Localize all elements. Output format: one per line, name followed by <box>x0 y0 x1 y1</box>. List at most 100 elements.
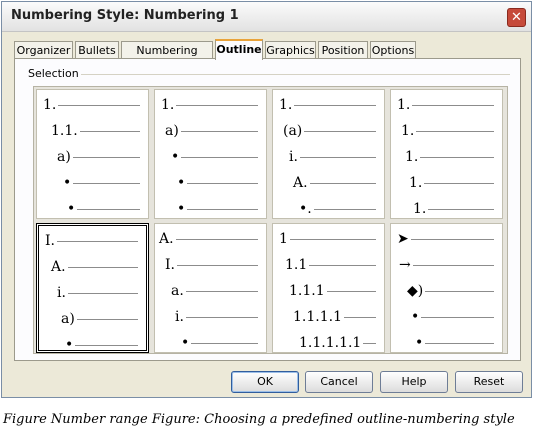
level-label: 1 <box>279 231 288 247</box>
level-line <box>73 157 140 158</box>
level-label: 1. <box>43 97 57 113</box>
preset-level: • <box>155 174 266 198</box>
level-label: • <box>65 337 74 353</box>
preset-level: 1.1.1 <box>273 282 384 306</box>
level-label: 1. <box>397 97 411 113</box>
preset-level: 1.1 <box>273 256 384 280</box>
tab-bullets[interactable]: Bullets <box>75 41 119 59</box>
tab-position[interactable]: Position <box>318 41 368 59</box>
preset-level: ◆) <box>391 282 502 306</box>
level-label: • <box>177 175 186 191</box>
level-line <box>73 183 140 184</box>
level-line <box>176 239 258 240</box>
preset-level: • <box>155 334 266 358</box>
preset-level: A. <box>39 258 146 282</box>
level-label: (a) <box>283 123 303 139</box>
preset-level: 1.1.1.1.1 <box>273 334 384 358</box>
preset-level: • <box>37 200 148 224</box>
level-label: i. <box>289 149 298 165</box>
selection-label: Selection <box>28 67 79 80</box>
level-label: • <box>171 149 180 165</box>
level-label: 1.1.1 <box>289 283 325 299</box>
preset-level: 1. <box>391 200 502 224</box>
tab-graphics[interactable]: Graphics <box>265 41 316 59</box>
preset-level: i. <box>39 284 146 308</box>
preset-level: • <box>155 200 266 224</box>
preset-level: 1. <box>391 122 502 146</box>
preset-level: • <box>37 174 148 198</box>
preset-cell[interactable]: I. A. i. a) • <box>36 223 149 353</box>
level-line <box>181 131 258 132</box>
preset-level: i. <box>155 308 266 332</box>
level-line <box>68 293 138 294</box>
level-line <box>187 209 258 210</box>
preset-level: a) <box>37 148 148 172</box>
preset-level: a) <box>39 310 146 334</box>
tab-organizer[interactable]: Organizer <box>14 41 73 59</box>
preset-level: •. <box>273 200 384 224</box>
level-label: A. <box>159 231 174 247</box>
level-label: • <box>67 201 76 217</box>
dialog-title: Numbering Style: Numbering 1 <box>11 8 239 23</box>
cancel-button[interactable]: Cancel <box>305 371 373 393</box>
tab-options[interactable]: Options <box>370 41 416 59</box>
preset-level: • <box>391 334 502 358</box>
level-label: 1.1. <box>51 123 78 139</box>
preset-cell[interactable]: 1. 1.1. a) • • <box>36 89 149 219</box>
preset-level: A. <box>273 174 384 198</box>
level-line <box>344 317 376 318</box>
level-label: • <box>63 175 72 191</box>
level-label: 1. <box>161 97 175 113</box>
preset-cell[interactable]: 1. (a) i. A. •. <box>272 89 385 219</box>
level-label: • <box>411 309 420 325</box>
preset-level: I. <box>39 232 146 256</box>
level-line <box>424 183 494 184</box>
level-line <box>412 105 494 106</box>
tab-outline[interactable]: Outline <box>215 39 263 60</box>
level-line <box>191 343 258 344</box>
level-label: 1. <box>405 149 419 165</box>
title-bar: Numbering Style: Numbering 1 ✕ <box>2 2 531 32</box>
preset-cell[interactable]: ➤ → ◆) • • <box>390 223 503 353</box>
level-line <box>177 265 258 266</box>
level-label: a) <box>57 149 71 165</box>
level-label: 1. <box>401 123 415 139</box>
preset-cell[interactable]: 1. 1. 1. 1. 1. <box>390 89 503 219</box>
level-label: → <box>399 257 411 273</box>
numbering-style-dialog: Numbering Style: Numbering 1 ✕ Organizer… <box>1 1 532 398</box>
preset-level: • <box>391 308 502 332</box>
preset-grid: 1. 1.1. a) • • 1. a) • • • 1. (a) i. A. •. 1. 1. 1. 1. 1. I.… <box>33 86 508 354</box>
help-button[interactable]: Help <box>380 371 448 393</box>
level-line <box>425 343 494 344</box>
preset-level: a) <box>155 122 266 146</box>
level-line <box>187 183 258 184</box>
level-line <box>416 131 494 132</box>
reset-button[interactable]: Reset <box>455 371 523 393</box>
level-label: I. <box>165 257 175 273</box>
preset-level: 1. <box>273 96 384 120</box>
preset-level: • <box>39 336 146 360</box>
preset-level: → <box>391 256 502 280</box>
preset-cell[interactable]: 1. a) • • • <box>154 89 267 219</box>
level-label: 1. <box>409 175 423 191</box>
level-line <box>186 317 258 318</box>
preset-cell[interactable]: 1 1.1 1.1.1 1.1.1.1 1.1.1.1.1 <box>272 223 385 353</box>
level-line <box>68 267 138 268</box>
level-label: 1.1.1.1 <box>293 309 342 325</box>
level-line <box>80 131 140 132</box>
level-label: • <box>177 201 186 217</box>
level-label: 1. <box>279 97 293 113</box>
level-label: i. <box>175 309 184 325</box>
close-button[interactable]: ✕ <box>507 8 526 27</box>
level-line <box>294 105 376 106</box>
close-icon: ✕ <box>511 10 522 25</box>
preset-cell[interactable]: A. I. a. i. • <box>154 223 267 353</box>
ok-button[interactable]: OK <box>231 371 299 393</box>
level-label: •. <box>299 201 312 217</box>
level-line <box>428 209 494 210</box>
level-line <box>363 343 376 344</box>
tab-numbering-style[interactable]: Numbering Style <box>121 41 213 74</box>
level-line <box>176 105 258 106</box>
level-label: • <box>415 335 424 351</box>
preset-level: 1.1.1.1 <box>273 308 384 332</box>
